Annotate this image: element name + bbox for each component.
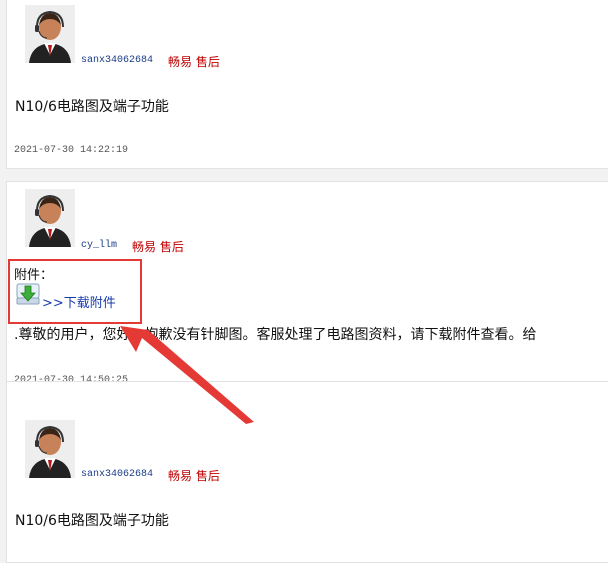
post-1: sanx34062684 畅易 售后 N10/6电路图及端子功能 2021-07… bbox=[6, 0, 608, 169]
username[interactable]: sanx34062684 bbox=[81, 55, 153, 66]
user-roles: 畅易 售后 bbox=[168, 55, 220, 69]
post-content: N10/6电路图及端子功能 bbox=[15, 99, 169, 115]
username[interactable]: sanx34062684 bbox=[81, 469, 153, 480]
username[interactable]: cy_llm bbox=[81, 240, 117, 251]
user-roles: 畅易 售后 bbox=[168, 469, 220, 483]
post-date: 2021-07-30 14:22:19 bbox=[14, 145, 129, 156]
attachment-highlight-box bbox=[8, 259, 142, 324]
user-roles: 畅易 售后 bbox=[132, 240, 184, 254]
post-3: sanx34062684 畅易 售后 N10/6电路图及端子功能 bbox=[6, 381, 608, 563]
avatar[interactable] bbox=[25, 420, 75, 478]
post-content: .尊敬的用户，您好！抱歉没有针脚图。客服处理了电路图资料，请下载附件查看。给 bbox=[14, 327, 537, 343]
avatar[interactable] bbox=[25, 5, 75, 63]
avatar[interactable] bbox=[25, 189, 75, 247]
post-content: N10/6电路图及端子功能 bbox=[15, 513, 169, 529]
